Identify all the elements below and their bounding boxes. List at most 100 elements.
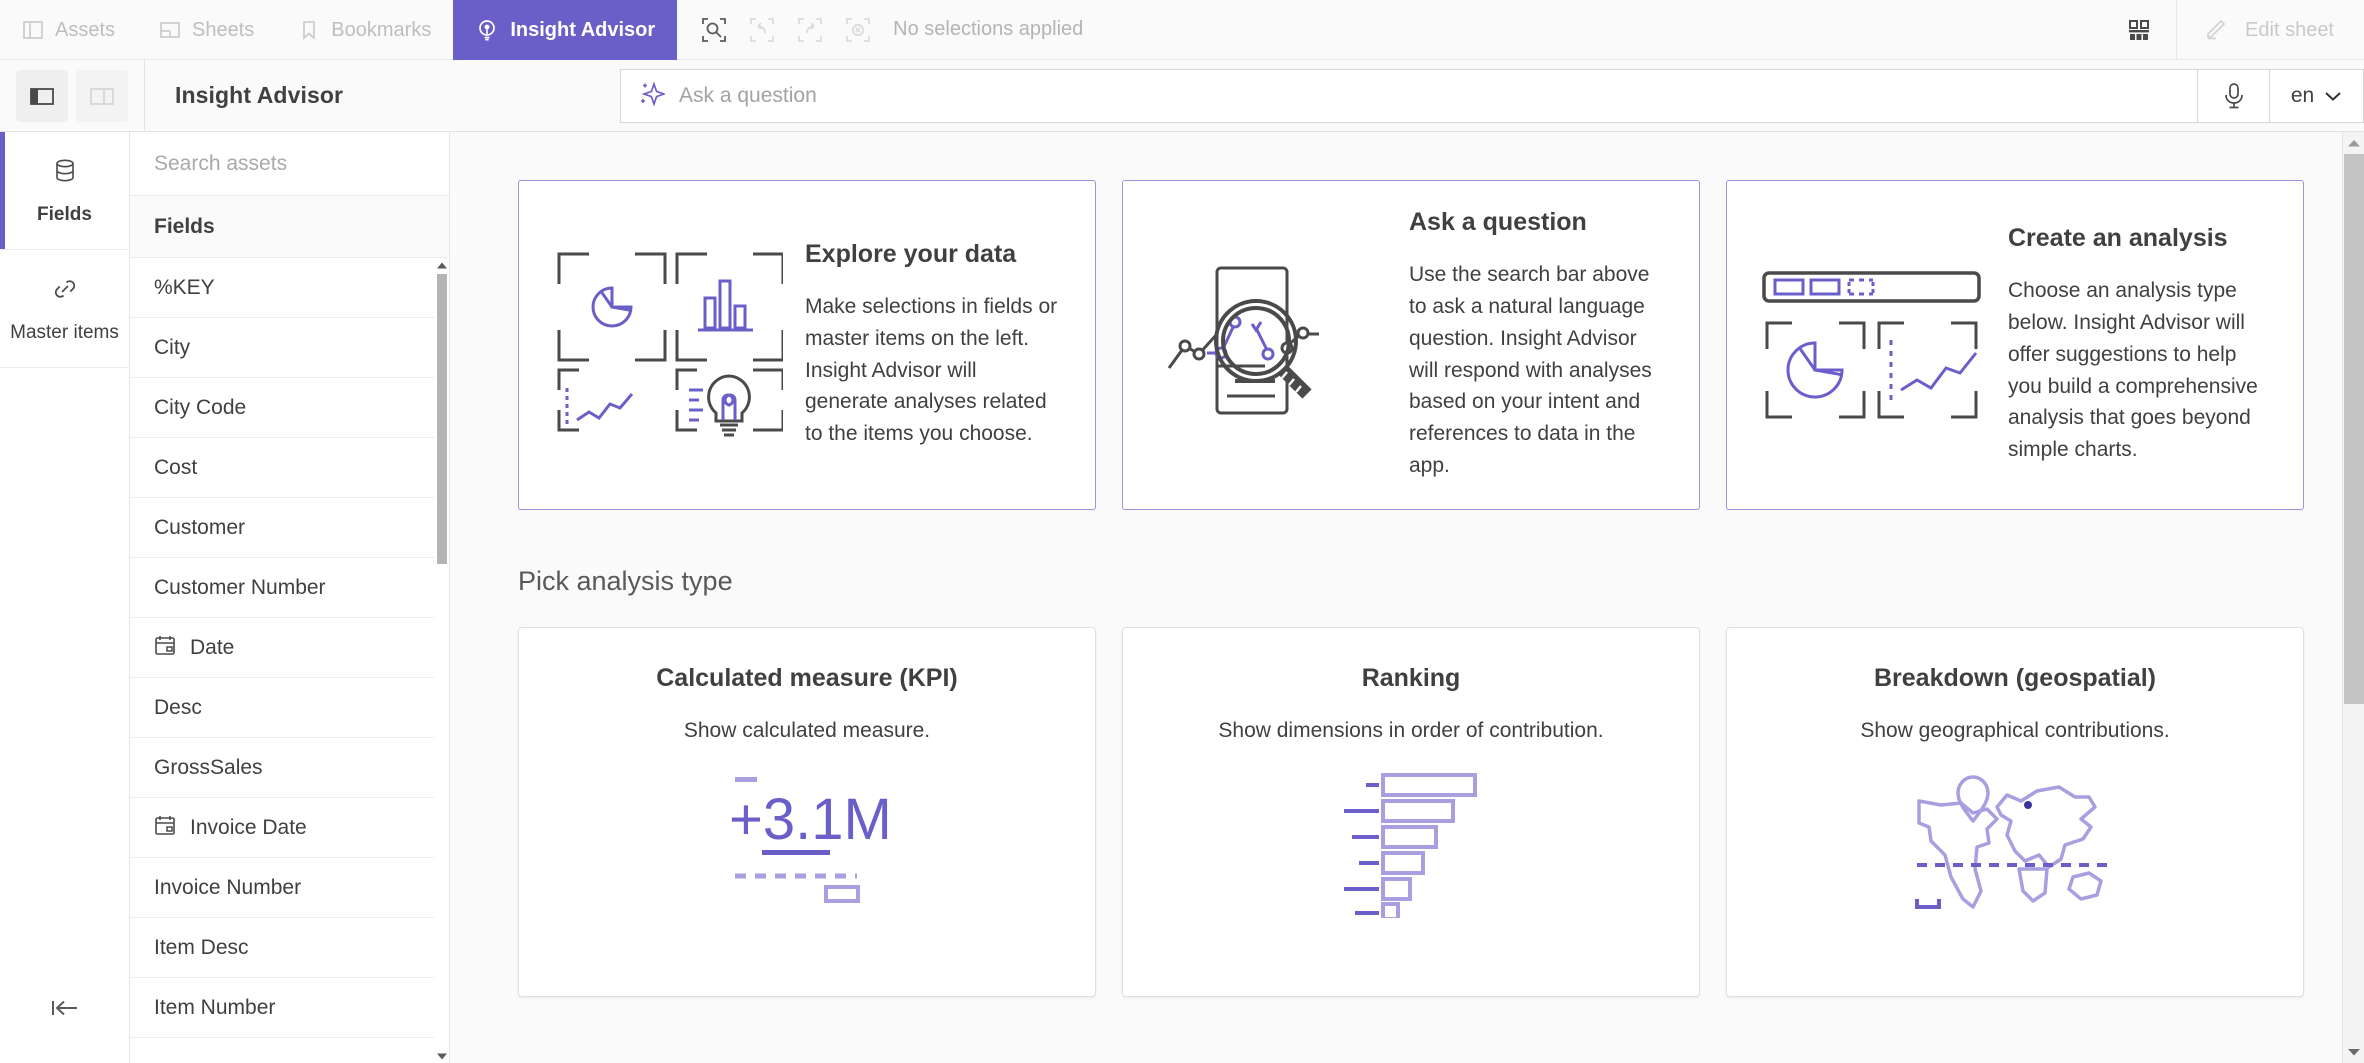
selection-toolbar: No selections applied: [677, 0, 1083, 59]
field-list-item-label: Item Number: [154, 995, 276, 1019]
language-selector[interactable]: en: [2270, 69, 2364, 123]
world-map-illustration: [1915, 773, 2115, 913]
kpi-value-text: +3.1M: [729, 787, 892, 852]
left-panel-toggle-icon[interactable]: [16, 69, 68, 122]
field-list-item[interactable]: Item Desc: [130, 918, 449, 978]
intro-card-ask-a-question[interactable]: Ask a question Use the search bar above …: [1122, 180, 1700, 510]
ranking-bars-illustration: [1311, 773, 1511, 918]
kpi-illustration: +3.1M: [707, 773, 907, 913]
nav-tab-insight-advisor[interactable]: Insight Advisor: [453, 0, 678, 60]
intro-card-row: Explore your data Make selections in fie…: [518, 180, 2304, 510]
field-list-scroll-thumb[interactable]: [437, 274, 447, 564]
intro-card-title: Explore your data: [805, 239, 1017, 268]
field-list-item-label: Cost: [154, 455, 198, 479]
selections-search-icon[interactable]: [691, 7, 737, 53]
nav-tab-bookmarks-label: Bookmarks: [331, 18, 432, 41]
scroll-down-arrow-icon[interactable]: [2343, 1041, 2364, 1063]
search-assets-input[interactable]: [154, 151, 425, 176]
asset-rail: Fields Master items: [0, 132, 130, 1063]
nav-tab-sheets[interactable]: Sheets: [137, 0, 276, 60]
field-list-item[interactable]: City Code: [130, 378, 449, 438]
step-forward-icon[interactable]: [787, 7, 833, 53]
field-list-item[interactable]: GrossSales: [130, 738, 449, 798]
pencil-icon: [2203, 13, 2231, 47]
field-list-item-label: Desc: [154, 695, 202, 719]
insight-advisor-header: Insight Advisor en: [0, 59, 2364, 132]
insight-advisor-bulb-icon: [475, 18, 499, 42]
assets-panel-icon: [22, 19, 44, 41]
analysis-type-ranking[interactable]: Ranking Show dimensions in order of cont…: [1122, 627, 1700, 997]
search-assets-row[interactable]: [130, 132, 449, 196]
field-list-item[interactable]: Invoice Date: [130, 798, 449, 858]
sheet-grid-icon[interactable]: [2102, 0, 2176, 60]
field-list-item[interactable]: Date: [130, 618, 449, 678]
field-list-item-label: GrossSales: [154, 755, 263, 779]
calendar-icon: [154, 634, 176, 662]
sidebar-item-master-items[interactable]: Master items: [0, 250, 129, 368]
chevron-down-icon: [2324, 84, 2342, 108]
field-list-item[interactable]: Desc: [130, 678, 449, 738]
insight-advisor-main: Explore your data Make selections in fie…: [450, 132, 2364, 1063]
search-input[interactable]: [679, 84, 2181, 108]
scroll-up-arrow-icon[interactable]: [435, 258, 449, 272]
step-back-icon[interactable]: [739, 7, 785, 53]
sidebar-item-master-items-label: Master items: [10, 321, 119, 343]
field-list-item[interactable]: City: [130, 318, 449, 378]
field-list-item[interactable]: Customer: [130, 498, 449, 558]
intro-card-description: Choose an analysis type below. Insight A…: [2008, 278, 2258, 462]
analysis-type-breakdown-geospatial[interactable]: Breakdown (geospatial) Show geographical…: [1726, 627, 2304, 997]
clear-selections-icon[interactable]: [835, 7, 881, 53]
right-panel-toggle-icon[interactable]: [76, 69, 128, 122]
field-list-item[interactable]: Cost: [130, 438, 449, 498]
nav-tab-assets-label: Assets: [55, 18, 116, 41]
scroll-down-arrow-icon[interactable]: [435, 1049, 449, 1063]
selection-status-text: No selections applied: [893, 18, 1084, 40]
intro-card-explore-your-data[interactable]: Explore your data Make selections in fie…: [518, 180, 1096, 510]
analysis-type-title: Breakdown (geospatial): [1874, 664, 2156, 692]
main-scroll-thumb[interactable]: [2344, 154, 2364, 704]
analysis-type-title: Calculated measure (KPI): [656, 664, 958, 692]
nav-tab-bookmarks[interactable]: Bookmarks: [276, 0, 453, 60]
create-analysis-illustration: [1761, 265, 1986, 425]
field-list-item[interactable]: %KEY: [130, 258, 449, 318]
intro-card-description: Use the search bar above to ask a natura…: [1409, 262, 1652, 478]
field-list-item[interactable]: Invoice Number: [130, 858, 449, 918]
analysis-type-title: Ranking: [1361, 664, 1461, 692]
field-list-item-label: %KEY: [154, 275, 215, 299]
main-scrollbar[interactable]: [2342, 132, 2364, 1063]
ask-question-searchbox[interactable]: [620, 69, 2198, 123]
edit-sheet-button[interactable]: Edit sheet: [2177, 0, 2364, 60]
field-list-item-label: Item Desc: [154, 935, 249, 959]
body-layout: Fields Master items Fields: [0, 132, 2364, 1063]
field-list-item-label: Date: [190, 635, 235, 659]
intro-card-create-an-analysis[interactable]: Create an analysis Choose an analysis ty…: [1726, 180, 2304, 510]
microphone-icon[interactable]: [2198, 69, 2270, 123]
sidebar-item-fields[interactable]: Fields: [0, 132, 129, 250]
analysis-type-calculated-measure-kpi[interactable]: Calculated measure (KPI) Show calculated…: [518, 627, 1096, 997]
language-value: en: [2290, 84, 2315, 107]
scroll-up-arrow-icon[interactable]: [2343, 132, 2364, 154]
assets-panel: Fields %KEY City City Code Cost Customer Cust…: [130, 132, 450, 1063]
field-list-item[interactable]: Customer Number: [130, 558, 449, 618]
calendar-icon: [154, 814, 176, 842]
main-scroll-track[interactable]: [2343, 154, 2364, 1041]
top-toolbar-right: Edit sheet: [2102, 0, 2364, 60]
intro-card-text: Ask a question Use the search bar above …: [1409, 208, 1665, 482]
field-list-item-label: Customer: [154, 515, 246, 539]
field-list-item-label: Customer Number: [154, 575, 326, 599]
pick-analysis-type-heading: Pick analysis type: [518, 566, 733, 596]
main-content: Explore your data Make selections in fie…: [450, 132, 2364, 997]
intro-card-text: Create an analysis Choose an analysis ty…: [2008, 224, 2269, 466]
field-list-scrollbar[interactable]: [435, 258, 449, 1063]
field-list-item[interactable]: Item Number: [130, 978, 449, 1038]
analysis-type-description: Show calculated measure.: [683, 719, 931, 742]
analysis-type-description: Show dimensions in order of contribution…: [1218, 719, 1604, 742]
collapse-left-icon[interactable]: [0, 953, 129, 1063]
panel-toggle-group: [0, 69, 128, 122]
field-list-item-label: Invoice Date: [190, 815, 307, 839]
analysis-type-description: Show geographical contributions.: [1860, 719, 2170, 742]
nav-tab-assets[interactable]: Assets: [0, 0, 137, 60]
intro-card-title: Create an analysis: [2008, 223, 2228, 252]
intro-card-text: Explore your data Make selections in fie…: [805, 240, 1061, 451]
assets-section-header: Fields: [130, 196, 449, 258]
